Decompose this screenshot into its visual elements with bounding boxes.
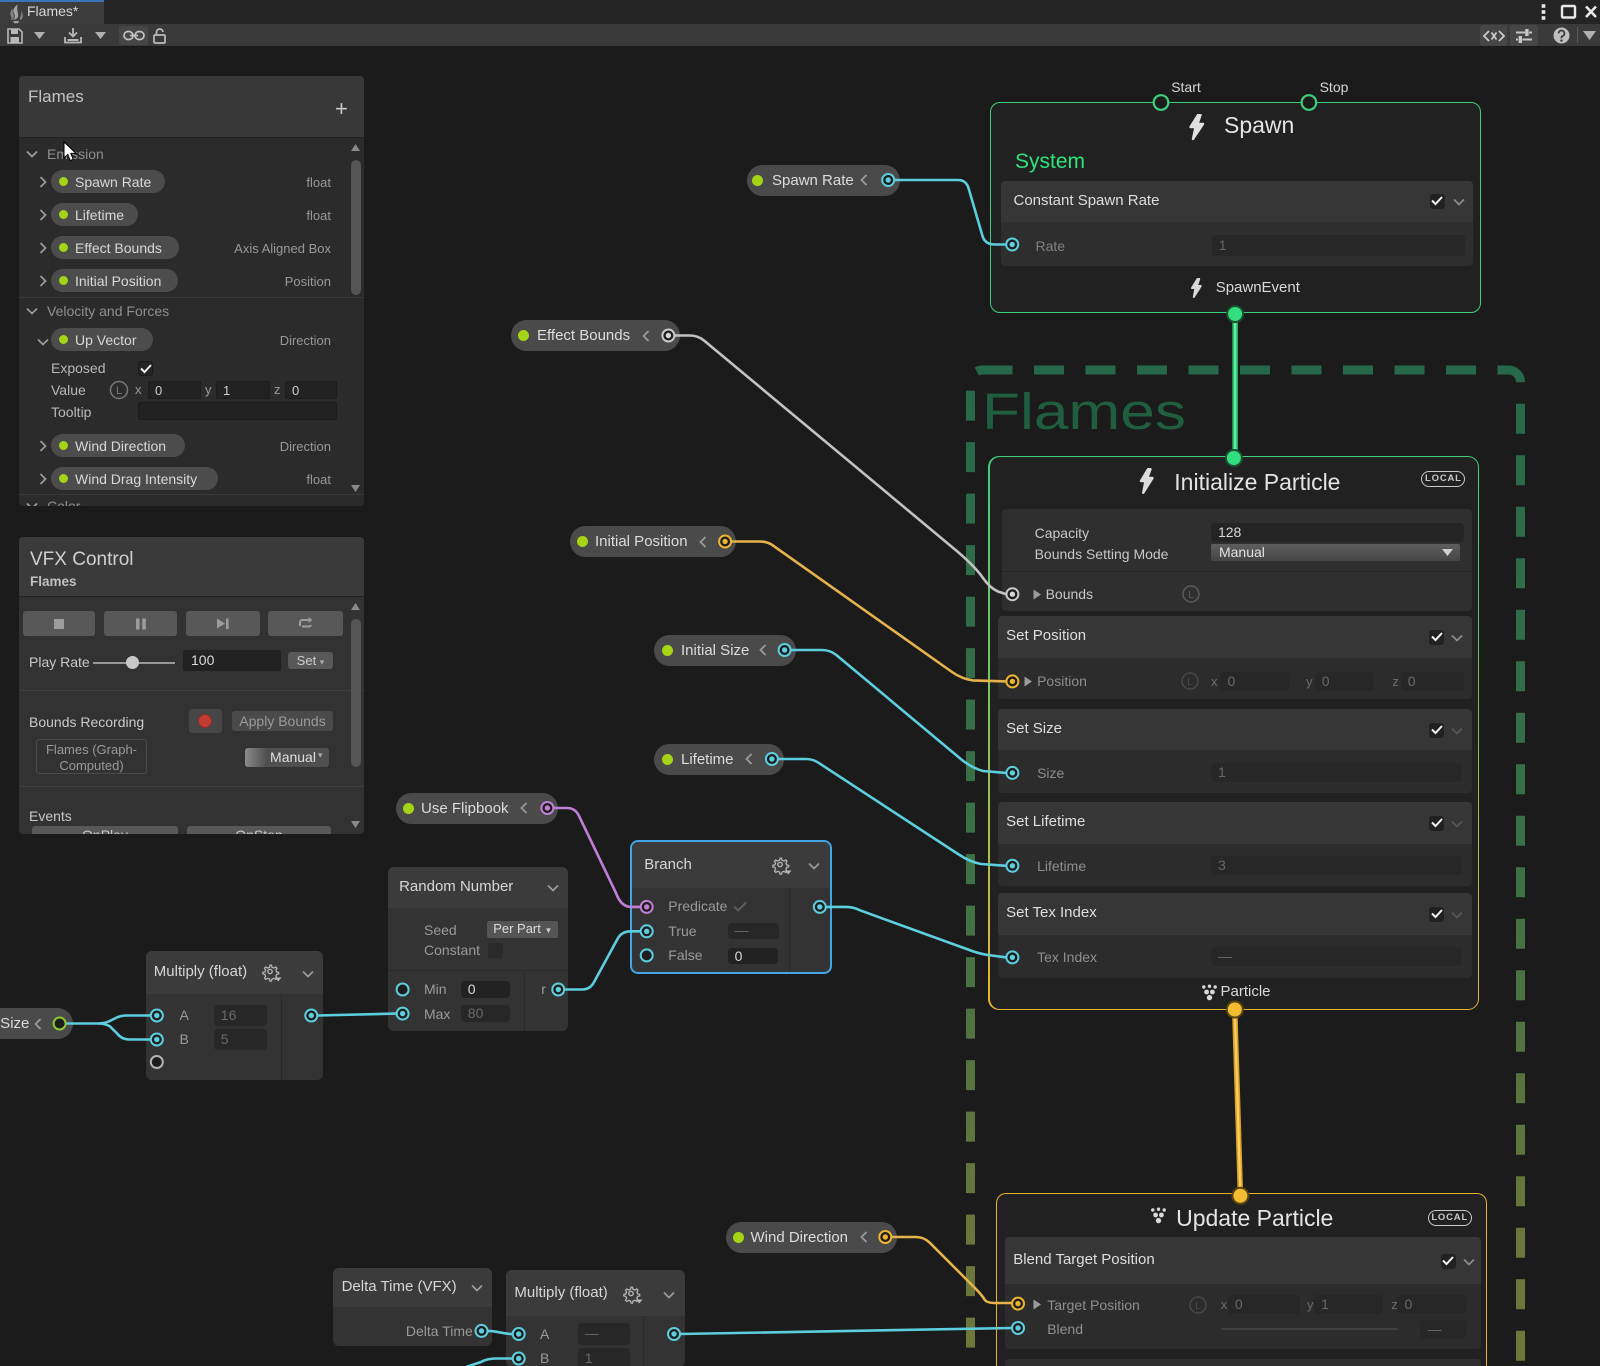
svg-text:L: L	[116, 385, 122, 397]
svg-text:L: L	[1187, 676, 1193, 688]
svg-text:L: L	[1188, 589, 1194, 601]
svg-text:L: L	[1195, 1299, 1201, 1311]
